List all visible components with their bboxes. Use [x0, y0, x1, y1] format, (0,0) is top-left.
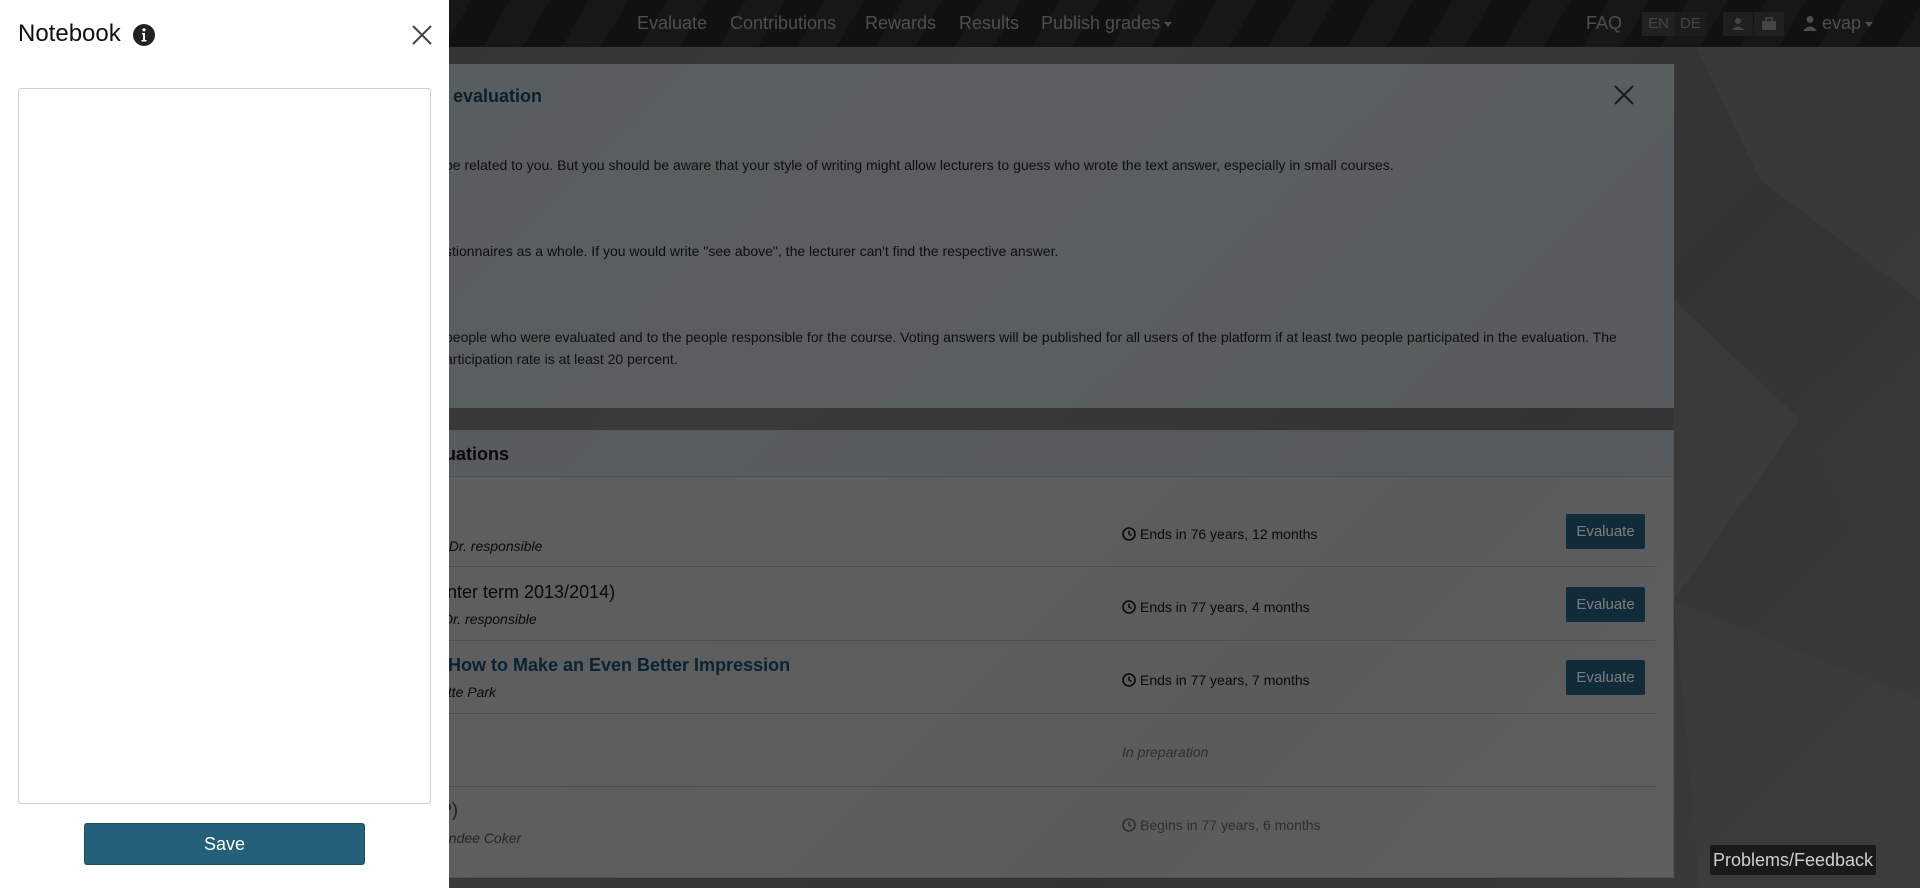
problems-feedback-button[interactable]: Problems/Feedback — [1710, 845, 1876, 875]
close-icon[interactable] — [410, 23, 434, 47]
notebook-title: Notebook — [18, 20, 121, 47]
info-circle-icon[interactable] — [132, 23, 156, 47]
save-button[interactable]: Save — [84, 823, 365, 865]
notebook-drawer: Notebook Save — [0, 0, 449, 888]
notebook-textarea[interactable] — [18, 88, 431, 804]
